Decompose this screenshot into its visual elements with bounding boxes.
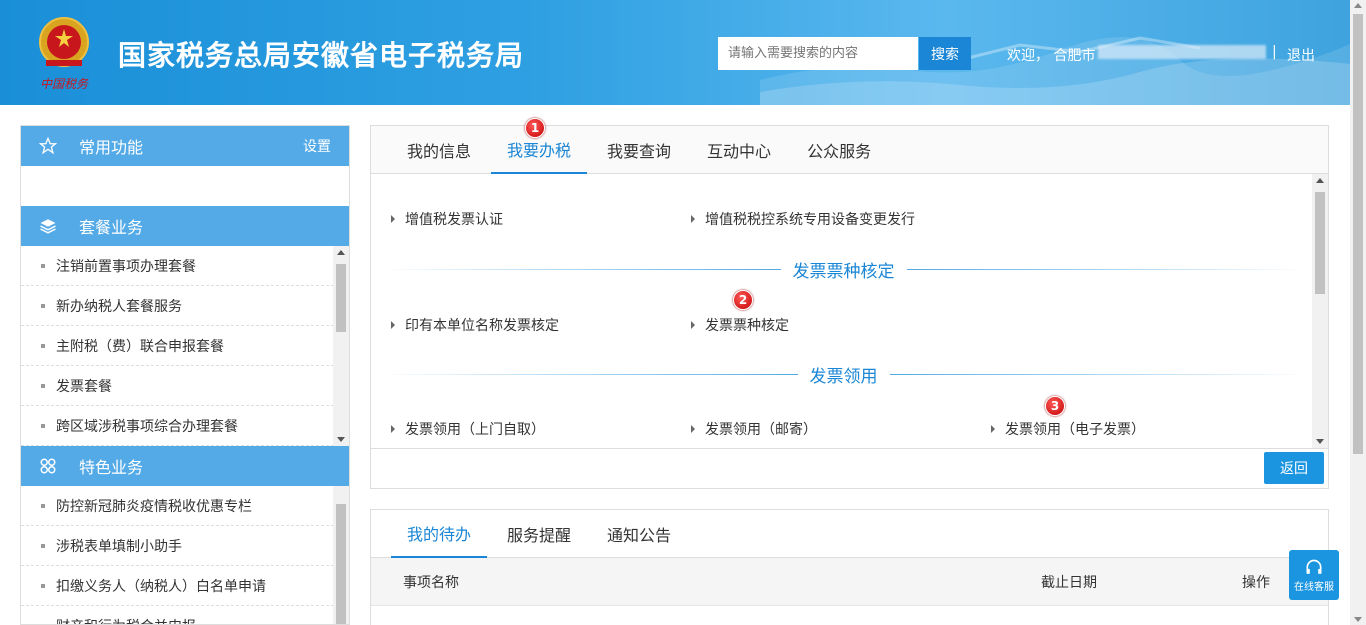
list-item[interactable]: 财产和行为税合并申报	[21, 606, 334, 624]
special-list: 防控新冠肺炎疫情税收优惠专栏 涉税表单填制小助手 扣缴义务人（纳税人）白名单申请…	[21, 486, 349, 624]
todo-table-header: 事项名称 截止日期 操作	[371, 558, 1328, 606]
section-divider-invoice-claim: 发票领用	[381, 362, 1306, 387]
search-input[interactable]	[718, 37, 918, 70]
search-button[interactable]: 搜索	[919, 37, 971, 70]
package-list: 注销前置事项办理套餐 新办纳税人套餐服务 主附税（费）联合申报套餐 发票套餐 跨…	[21, 246, 349, 446]
content-scrollbar[interactable]	[1312, 174, 1328, 448]
business-card: 我的信息 我要办税 1 我要查询 互动中心 公众服务 增值税发票认证 增值税税控…	[370, 118, 1329, 489]
list-item[interactable]: 主附税（费）联合申报套餐	[21, 326, 334, 366]
tab-tax-handling-label: 我要办税	[507, 141, 572, 160]
special-business-header[interactable]: 特色业务	[21, 446, 349, 486]
common-functions-header: 常用功能 设置	[21, 126, 349, 166]
list-item[interactable]: 防控新冠肺炎疫情税收优惠专栏	[21, 486, 334, 526]
special-scrollbar[interactable]	[333, 486, 349, 624]
tab-service-reminder[interactable]: 服务提醒	[491, 510, 587, 558]
back-button[interactable]: 返回	[1264, 452, 1324, 484]
list-item[interactable]: 扣缴义务人（纳税人）白名单申请	[21, 566, 334, 606]
column-item-name: 事项名称	[403, 574, 459, 591]
welcome-text: 欢迎， 合肥市	[1007, 48, 1096, 64]
step-badge-2: 2	[733, 290, 753, 310]
package-business-title: 套餐业务	[79, 218, 144, 237]
step-badge-3: 3	[1045, 396, 1065, 416]
scroll-down-icon[interactable]	[1354, 617, 1362, 622]
special-scroll-thumb[interactable]	[336, 504, 346, 624]
link-vat-invoice-auth[interactable]: 增值税发票认证	[391, 209, 503, 229]
scroll-down-icon[interactable]	[1316, 439, 1324, 444]
list-item[interactable]: 新办纳税人套餐服务	[21, 286, 334, 326]
svg-text:中国税务: 中国税务	[40, 77, 89, 91]
todo-tabs: 我的待办 服务提醒 通知公告	[371, 510, 1328, 558]
column-action: 操作	[1242, 574, 1270, 591]
tab-my-info[interactable]: 我的信息	[391, 126, 487, 174]
common-functions-title: 常用功能	[79, 138, 144, 157]
special-business-title: 特色业务	[79, 458, 144, 477]
online-service-label: 在线客服	[1294, 581, 1334, 593]
header-separator: |	[1272, 44, 1277, 60]
tab-notices[interactable]: 通知公告	[591, 510, 687, 558]
page-scrollbar[interactable]	[1350, 0, 1366, 625]
page-scroll-thumb[interactable]	[1353, 14, 1363, 454]
content-scroll-thumb[interactable]	[1315, 192, 1325, 294]
bullet-arrow-icon	[691, 215, 695, 223]
section-title-invoice-claim: 发票领用	[809, 366, 878, 387]
bullet-arrow-icon	[691, 425, 695, 433]
link-tax-device-reissue[interactable]: 增值税税控系统专用设备变更发行	[691, 209, 915, 229]
list-item[interactable]: 注销前置事项办理套餐	[21, 246, 334, 286]
bullet-arrow-icon	[391, 321, 395, 329]
package-scroll-thumb[interactable]	[336, 264, 346, 332]
list-item[interactable]: 涉税表单填制小助手	[21, 526, 334, 566]
section-divider-invoice-type: 发票票种核定	[381, 257, 1306, 282]
column-deadline: 截止日期	[1041, 574, 1097, 591]
business-content: 增值税发票认证 增值税税控系统专用设备变更发行 发票票种核定 印有本单位名称发票…	[371, 174, 1328, 448]
list-item[interactable]: 发票套餐	[21, 366, 334, 406]
tax-emblem-logo: 中国税务	[39, 17, 89, 91]
link-company-name-invoice[interactable]: 印有本单位名称发票核定	[391, 315, 559, 335]
bullet-arrow-icon	[391, 215, 395, 223]
link-invoice-mail[interactable]: 发票领用（邮寄）	[691, 419, 817, 439]
site-header: 中国税务 国家税务总局安徽省电子税务局 搜索 欢迎， 合肥市 | 退出	[0, 0, 1350, 105]
site-title: 国家税务总局安徽省电子税务局	[118, 39, 525, 72]
clover-icon	[37, 455, 59, 477]
step-badge-1: 1	[525, 118, 546, 138]
link-invoice-electronic[interactable]: 发票领用（电子发票）	[991, 419, 1145, 439]
bullet-arrow-icon	[391, 425, 395, 433]
section-title-invoice-type: 发票票种核定	[792, 261, 895, 282]
tab-query[interactable]: 我要查询	[591, 126, 687, 174]
todo-card: 我的待办 服务提醒 通知公告 事项名称 截止日期 操作	[370, 509, 1329, 625]
tab-tax-handling[interactable]: 我要办税 1	[491, 118, 588, 174]
list-item[interactable]: 跨区域涉税事项综合办理套餐	[21, 406, 334, 446]
tab-interaction[interactable]: 互动中心	[691, 126, 787, 174]
link-invoice-pickup[interactable]: 发票领用（上门自取）	[391, 419, 545, 439]
package-scrollbar[interactable]	[333, 246, 349, 446]
tab-public-service[interactable]: 公众服务	[791, 126, 887, 174]
scroll-up-icon[interactable]	[337, 250, 345, 255]
scroll-down-icon[interactable]	[337, 437, 345, 442]
scroll-up-icon[interactable]	[1316, 178, 1324, 183]
card-footer: 返回	[371, 448, 1328, 488]
link-invoice-type-approval[interactable]: 发票票种核定	[691, 315, 789, 335]
star-icon	[37, 135, 59, 157]
layers-icon	[37, 215, 59, 237]
package-business-header[interactable]: 套餐业务	[21, 206, 349, 246]
settings-link[interactable]: 设置	[303, 136, 331, 156]
blurred-username	[1098, 45, 1266, 59]
bullet-arrow-icon	[991, 425, 995, 433]
bullet-arrow-icon	[691, 321, 695, 329]
logout-link[interactable]: 退出	[1287, 45, 1315, 65]
tab-my-todo[interactable]: 我的待办	[391, 510, 488, 558]
sidebar: 常用功能 设置 套餐业务 注销前置事项办理套餐 新办纳税人套餐服务 主附税（费）…	[20, 125, 350, 625]
headset-icon	[1306, 559, 1322, 574]
common-functions-body	[21, 166, 349, 206]
online-service-button[interactable]: 在线客服	[1289, 550, 1339, 600]
main-tabs: 我的信息 我要办税 1 我要查询 互动中心 公众服务	[371, 118, 1328, 174]
scroll-up-icon[interactable]	[1354, 3, 1362, 8]
